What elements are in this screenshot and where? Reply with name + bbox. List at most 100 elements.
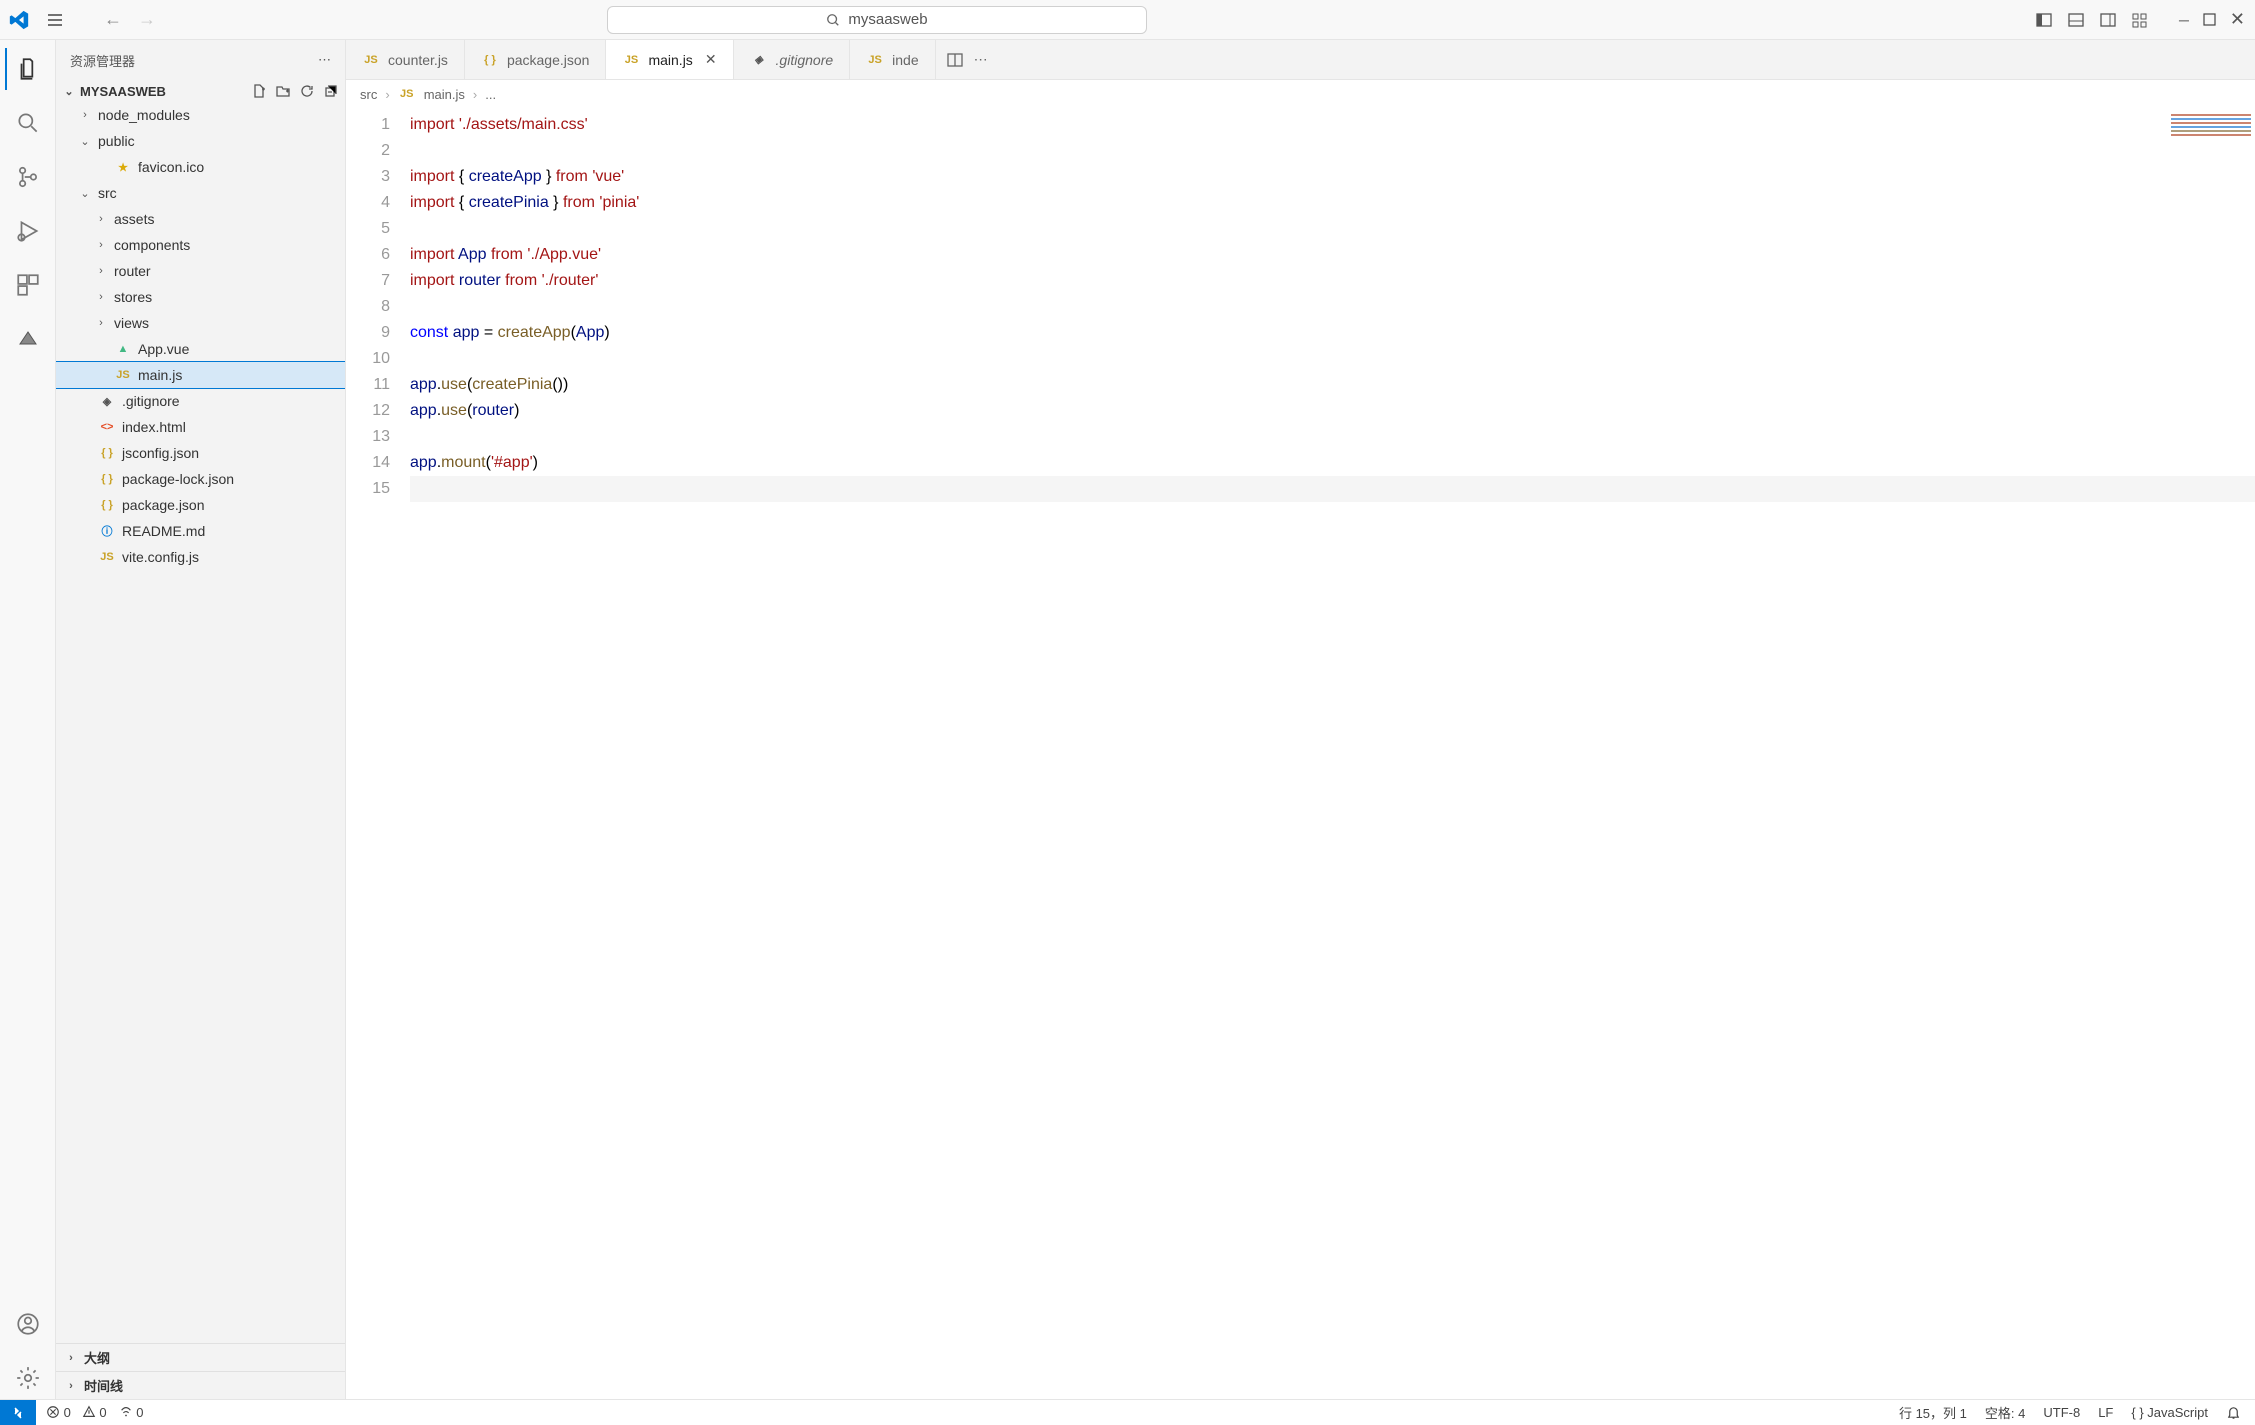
timeline-section[interactable]: › 时间线: [56, 1371, 345, 1399]
editor-tab[interactable]: JSinde: [850, 40, 935, 79]
tree-file[interactable]: ◈.gitignore: [56, 388, 345, 414]
breadcrumbs[interactable]: src › JS main.js › ...: [346, 80, 2255, 108]
tree-item-label: jsconfig.json: [122, 445, 199, 461]
json-file-icon: { }: [98, 496, 116, 514]
window-minimize-icon[interactable]: ─: [2177, 10, 2191, 30]
tree-file[interactable]: ★ favicon.ico: [56, 154, 345, 180]
project-name: MYSAASWEB: [80, 84, 166, 99]
chevron-down-icon: ⌄: [78, 187, 92, 200]
tree-folder[interactable]: ›assets: [56, 206, 345, 232]
tree-file[interactable]: ▲App.vue: [56, 336, 345, 362]
layout-customize-icon[interactable]: [2129, 9, 2151, 31]
chevron-right-icon: ›: [94, 317, 108, 329]
editor-area: JS counter.js { }package.json JS main.js ✕ ◈.g…: [346, 40, 2255, 1399]
breadcrumb-segment[interactable]: src: [360, 87, 377, 102]
tree-item-label: favicon.ico: [138, 159, 204, 175]
tree-folder[interactable]: ›node_modules: [56, 102, 345, 128]
tree-file[interactable]: { } jsconfig.json: [56, 440, 345, 466]
split-editor-icon[interactable]: [946, 51, 964, 69]
tree-item-label: README.md: [122, 523, 205, 539]
outline-label: 大纲: [84, 1348, 110, 1367]
editor-tab[interactable]: { }package.json: [465, 40, 607, 79]
chevron-right-icon: ›: [385, 87, 389, 102]
window-maximize-icon[interactable]: [2201, 11, 2218, 28]
refresh-icon[interactable]: [299, 83, 315, 99]
tab-more-icon[interactable]: ⋯: [974, 51, 988, 68]
activity-run-debug-icon[interactable]: [7, 210, 49, 252]
tree-item-label: src: [98, 185, 117, 201]
status-problems[interactable]: 0 0: [46, 1405, 107, 1420]
status-encoding[interactable]: UTF-8: [2043, 1405, 2080, 1420]
tab-close-icon[interactable]: ✕: [705, 51, 717, 68]
collapse-all-icon[interactable]: [323, 83, 339, 99]
breadcrumb-segment[interactable]: main.js: [424, 87, 465, 102]
remote-indicator[interactable]: [0, 1400, 36, 1425]
tree-file[interactable]: <>index.html: [56, 414, 345, 440]
layout-panel-icon[interactable]: [2065, 9, 2087, 31]
editor-tabs: JS counter.js{ }package.json JS main.js ✕ ◈.g…: [346, 40, 2255, 80]
nav-forward-icon[interactable]: →: [134, 5, 160, 34]
status-language[interactable]: { } JavaScript: [2131, 1405, 2208, 1420]
activity-search-icon[interactable]: [7, 102, 49, 144]
tab-label: counter.js: [388, 52, 448, 68]
tree-item-label: router: [114, 263, 151, 279]
js-file-icon: JS: [362, 51, 380, 69]
command-center-search[interactable]: mysaasweb: [607, 6, 1147, 34]
activity-extensions-icon[interactable]: [7, 264, 49, 306]
status-ports[interactable]: 0: [119, 1405, 144, 1420]
activity-explorer-icon[interactable]: [5, 48, 49, 90]
tree-file[interactable]: { } package-lock.json: [56, 466, 345, 492]
code-editor[interactable]: 123456789101112131415 import './assets/m…: [346, 108, 2255, 1399]
activity-settings-icon[interactable]: [7, 1357, 49, 1399]
tree-item-label: package-lock.json: [122, 471, 234, 487]
js-file-icon: JS: [98, 548, 116, 566]
hamburger-menu-icon[interactable]: [38, 7, 72, 33]
js-file-icon: JS: [398, 85, 416, 103]
tree-folder[interactable]: ›views: [56, 310, 345, 336]
status-eol[interactable]: LF: [2098, 1405, 2113, 1420]
status-indentation[interactable]: 空格: 4: [1985, 1403, 2025, 1422]
tree-folder[interactable]: ⌄public: [56, 128, 345, 154]
json-file-icon: { }: [98, 444, 116, 462]
tree-file[interactable]: ⓘREADME.md: [56, 518, 345, 544]
new-folder-icon[interactable]: [275, 83, 291, 99]
code-content[interactable]: import './assets/main.css' import { crea…: [402, 108, 2255, 1399]
status-cursor[interactable]: 行 15，列 1: [1899, 1403, 1967, 1422]
layout-secondary-sidebar-icon[interactable]: [2097, 9, 2119, 31]
minimap[interactable]: [2171, 114, 2251, 144]
editor-tab[interactable]: JS counter.js: [346, 40, 465, 79]
tree-file[interactable]: { }package.json: [56, 492, 345, 518]
tab-label: main.js: [648, 52, 692, 68]
new-file-icon[interactable]: [251, 83, 267, 99]
chevron-right-icon: ›: [64, 1352, 78, 1364]
activity-source-control-icon[interactable]: [7, 156, 49, 198]
activity-accounts-icon[interactable]: [7, 1303, 49, 1345]
tree-folder[interactable]: ›stores: [56, 284, 345, 310]
tree-folder[interactable]: ⌄ src: [56, 180, 345, 206]
json-file-icon: { }: [98, 470, 116, 488]
status-notifications-icon[interactable]: [2226, 1405, 2241, 1420]
tree-item-label: .gitignore: [122, 393, 180, 409]
nav-back-icon[interactable]: ←: [100, 5, 126, 34]
gitignore-file-icon: ◈: [750, 51, 768, 69]
chevron-right-icon: ›: [94, 213, 108, 225]
chevron-down-icon: ⌄: [78, 135, 92, 148]
star-file-icon: ★: [114, 158, 132, 176]
status-bar: 0 0 0 行 15，列 1 空格: 4 UTF-8 LF { } JavaSc…: [0, 1399, 2255, 1425]
timeline-label: 时间线: [84, 1376, 123, 1395]
outline-section[interactable]: › 大纲: [56, 1343, 345, 1371]
breadcrumb-segment[interactable]: ...: [485, 87, 496, 102]
tree-file[interactable]: JSvite.config.js: [56, 544, 345, 570]
chevron-right-icon: ›: [94, 239, 108, 251]
editor-tab[interactable]: ◈.gitignore: [734, 40, 851, 79]
js-file-icon: JS: [114, 366, 132, 384]
tree-file[interactable]: JSmain.js: [56, 362, 345, 388]
window-close-icon[interactable]: ✕: [2228, 7, 2247, 32]
editor-tab[interactable]: JSmain.js✕: [606, 40, 733, 79]
layout-primary-sidebar-icon[interactable]: [2033, 9, 2055, 31]
explorer-project-header[interactable]: ⌄ MYSAASWEB: [56, 80, 345, 102]
activity-triangle-icon[interactable]: [8, 318, 48, 358]
sidebar-more-icon[interactable]: ⋯: [318, 52, 331, 68]
tree-folder[interactable]: ›router: [56, 258, 345, 284]
tree-folder[interactable]: ›components: [56, 232, 345, 258]
